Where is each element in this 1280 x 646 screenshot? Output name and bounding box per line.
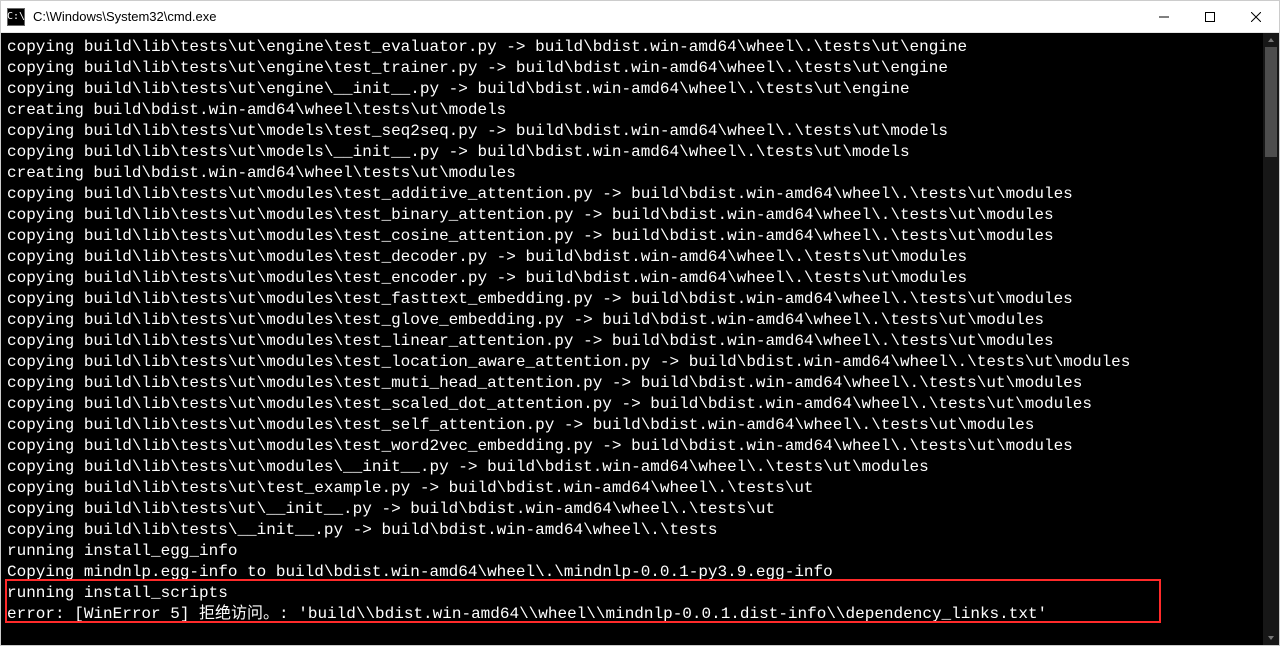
scroll-up-arrow[interactable] — [1263, 33, 1279, 47]
window-controls — [1141, 1, 1279, 32]
titlebar[interactable]: C:\ C:\Windows\System32\cmd.exe — [1, 1, 1279, 33]
console-output[interactable]: copying build\lib\tests\ut\engine\test_e… — [1, 33, 1263, 645]
close-button[interactable] — [1233, 1, 1279, 32]
vertical-scrollbar[interactable] — [1263, 33, 1279, 645]
minimize-button[interactable] — [1141, 1, 1187, 32]
window-title: C:\Windows\System32\cmd.exe — [33, 9, 1141, 24]
system-icon-label: C:\ — [7, 12, 25, 22]
maximize-button[interactable] — [1187, 1, 1233, 32]
console-text: copying build\lib\tests\ut\engine\test_e… — [7, 37, 1257, 625]
scroll-thumb[interactable] — [1265, 47, 1277, 157]
system-menu-icon[interactable]: C:\ — [7, 8, 25, 26]
client-area: copying build\lib\tests\ut\engine\test_e… — [1, 33, 1279, 645]
cmd-window: C:\ C:\Windows\System32\cmd.exe copying … — [0, 0, 1280, 646]
scroll-down-arrow[interactable] — [1263, 631, 1279, 645]
